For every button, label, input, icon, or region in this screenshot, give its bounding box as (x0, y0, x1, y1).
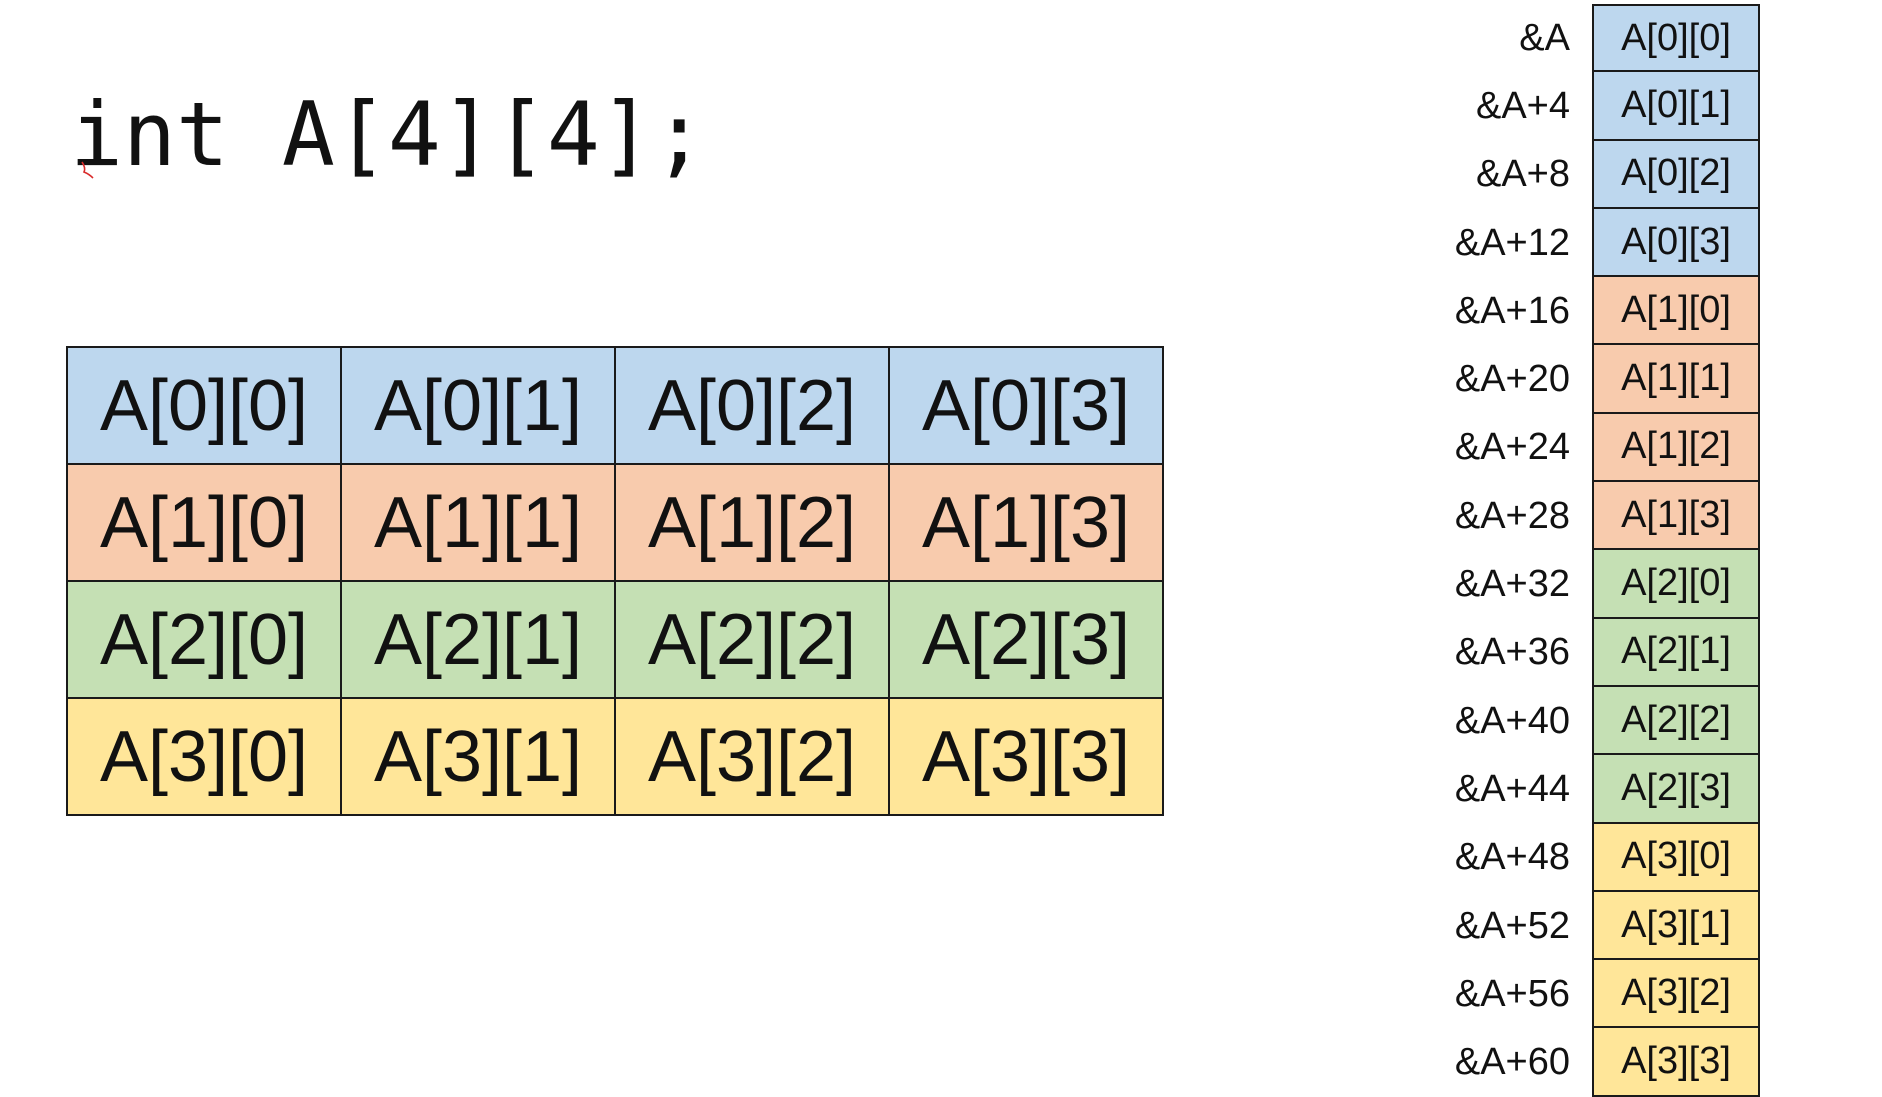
grid-cell: A[1][1] (340, 463, 616, 582)
grid-cell: A[2][0] (66, 580, 342, 699)
memory-row: &A+44 A[2][3] (1420, 755, 1762, 824)
memory-address-label: &A+40 (1454, 699, 1570, 742)
grid-cell: A[1][0] (66, 463, 342, 582)
grid-cell: A[3][3] (888, 697, 1164, 816)
memory-cell: A[2][1] (1592, 618, 1760, 687)
array-grid: A[0][0] A[0][1] A[0][2] A[0][3] A[1][0] A[1][… (66, 346, 1164, 816)
memory-address-label: &A+60 (1454, 1041, 1570, 1084)
memory-row: &A+4 A[0][1] (1420, 72, 1762, 141)
memory-address-label: &A+56 (1454, 972, 1570, 1015)
memory-address-label: &A+20 (1454, 358, 1570, 401)
memory-address-label: &A+4 (1475, 84, 1570, 127)
code-declaration: int A[4][4]; (70, 83, 706, 186)
memory-cell: A[0][3] (1592, 208, 1760, 278)
grid-cell: A[0][3] (888, 346, 1164, 465)
memory-layout: &A A[0][0] &A+4 A[0][1] &A+8 A[0][2] &A+12 A[0]… (1420, 4, 1762, 1097)
memory-cell: A[3][3] (1592, 1028, 1760, 1097)
grid-row: A[2][0] A[2][1] A[2][2] A[2][3] (66, 580, 1164, 699)
grid-cell: A[1][2] (614, 463, 890, 582)
memory-cell: A[2][2] (1592, 686, 1760, 756)
memory-row: &A A[0][0] (1420, 4, 1762, 73)
memory-cell: A[1][2] (1592, 413, 1760, 483)
memory-row: &A+20 A[1][1] (1420, 345, 1762, 414)
grid-row: A[1][0] A[1][1] A[1][2] A[1][3] (66, 463, 1164, 582)
memory-cell: A[3][1] (1592, 891, 1760, 961)
memory-address-label: &A+16 (1454, 289, 1570, 332)
grid-cell: A[0][0] (66, 346, 342, 465)
memory-row: &A+12 A[0][3] (1420, 208, 1762, 278)
memory-cell: A[2][0] (1592, 550, 1760, 619)
grid-cell: A[1][3] (888, 463, 1164, 582)
grid-cell: A[0][1] (340, 346, 616, 465)
memory-address-label: &A+48 (1454, 836, 1570, 879)
memory-address-label: &A+8 (1475, 153, 1570, 196)
memory-cell: A[3][0] (1592, 823, 1760, 892)
memory-row: &A+28 A[1][3] (1420, 482, 1762, 551)
spellcheck-squiggle-icon (81, 161, 94, 179)
memory-address-label: &A+52 (1454, 904, 1570, 947)
memory-row: &A+36 A[2][1] (1420, 618, 1762, 687)
memory-cell: A[1][1] (1592, 345, 1760, 414)
grid-row: A[0][0] A[0][1] A[0][2] A[0][3] (66, 346, 1164, 465)
memory-row: &A+48 A[3][0] (1420, 823, 1762, 892)
grid-cell: A[2][2] (614, 580, 890, 699)
memory-address-label: &A+44 (1454, 767, 1570, 810)
memory-address-label: &A+28 (1454, 494, 1570, 537)
memory-row: &A+8 A[0][2] (1420, 140, 1762, 209)
memory-row: &A+32 A[2][0] (1420, 550, 1762, 619)
memory-row: &A+52 A[3][1] (1420, 891, 1762, 961)
memory-row: &A+16 A[1][0] (1420, 277, 1762, 346)
memory-cell: A[1][3] (1592, 482, 1760, 551)
memory-address-label: &A+24 (1454, 426, 1570, 469)
memory-address-label: &A+12 (1454, 221, 1570, 264)
memory-cell: A[3][2] (1592, 960, 1760, 1029)
grid-cell: A[2][3] (888, 580, 1164, 699)
memory-cell: A[0][0] (1592, 4, 1760, 73)
memory-row: &A+24 A[1][2] (1420, 413, 1762, 483)
memory-row: &A+56 A[3][2] (1420, 960, 1762, 1029)
grid-cell: A[3][1] (340, 697, 616, 816)
memory-address-label: &A+36 (1454, 631, 1570, 674)
memory-cell: A[1][0] (1592, 277, 1760, 346)
memory-address-label: &A+32 (1454, 563, 1570, 606)
memory-cell: A[2][3] (1592, 755, 1760, 824)
memory-cell: A[0][2] (1592, 140, 1760, 209)
grid-cell: A[3][2] (614, 697, 890, 816)
grid-cell: A[0][2] (614, 346, 890, 465)
memory-row: &A+60 A[3][3] (1420, 1028, 1762, 1097)
grid-cell: A[2][1] (340, 580, 616, 699)
memory-address-label: &A (1519, 16, 1570, 59)
memory-cell: A[0][1] (1592, 72, 1760, 141)
grid-row: A[3][0] A[3][1] A[3][2] A[3][3] (66, 697, 1164, 816)
memory-row: &A+40 A[2][2] (1420, 686, 1762, 756)
grid-cell: A[3][0] (66, 697, 342, 816)
